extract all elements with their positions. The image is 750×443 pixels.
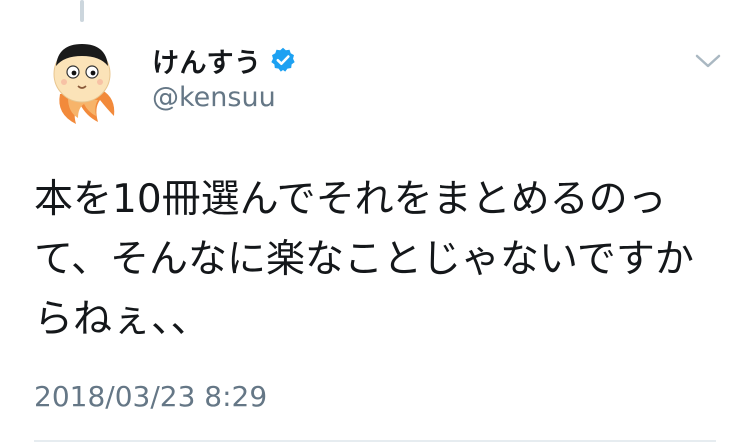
tweet-text: 本を10冊選んでそれをまとめるのって、そんなに楽なことじゃないですからねぇ、、: [34, 177, 694, 342]
user-handle[interactable]: @kensuu: [152, 82, 276, 113]
tweet-card[interactable]: けんすう @kensuu 本を10冊選んでそれをまとめるのって、そんなに楽なこと…: [0, 0, 750, 443]
author-row[interactable]: けんすう: [152, 40, 297, 80]
display-name[interactable]: けんすう: [152, 41, 261, 80]
thread-connector-line: [80, 0, 84, 22]
divider: [34, 440, 716, 442]
chevron-down-icon[interactable]: [694, 50, 722, 72]
avatar[interactable]: [42, 36, 122, 126]
tweet-timestamp[interactable]: 2018/03/23 8:29: [34, 380, 267, 413]
verified-badge-icon: [271, 47, 296, 72]
